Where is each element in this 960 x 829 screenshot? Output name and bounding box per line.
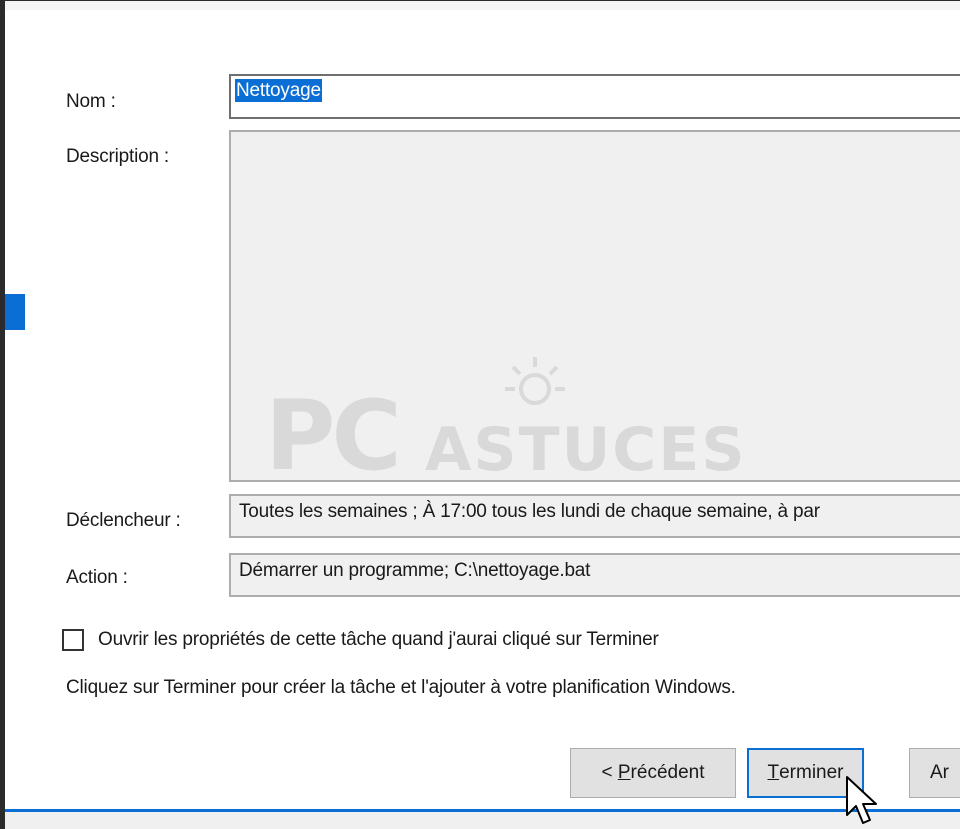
name-label: Nom : xyxy=(66,91,116,112)
open-properties-label[interactable]: Ouvrir les propriétés de cette tâche qua… xyxy=(98,629,659,651)
window-top-edge xyxy=(0,0,960,10)
finish-label-rest: erminer xyxy=(779,762,844,783)
arrow-cursor-icon xyxy=(846,776,877,824)
cancel-button[interactable]: Ar xyxy=(909,748,960,798)
previous-mnemonic: P xyxy=(617,762,631,783)
previous-label-rest: récédent xyxy=(630,762,705,783)
open-properties-checkbox[interactable] xyxy=(62,629,84,651)
footer-bar xyxy=(5,812,960,829)
trigger-value: Toutes les semaines ; À 17:00 tous les l… xyxy=(239,501,820,522)
description-label: Description : xyxy=(66,146,169,167)
trigger-label: Déclencheur : xyxy=(66,510,181,531)
wizard-step-indicator xyxy=(5,294,25,330)
previous-prefix: < xyxy=(601,762,618,783)
description-field[interactable] xyxy=(229,130,960,482)
window-left-edge xyxy=(0,0,5,829)
trigger-field[interactable]: Toutes les semaines ; À 17:00 tous les l… xyxy=(229,494,960,538)
action-field[interactable]: Démarrer un programme; C:\nettoyage.bat xyxy=(229,553,960,597)
cancel-label-partial: Ar xyxy=(930,762,949,783)
action-value: Démarrer un programme; C:\nettoyage.bat xyxy=(239,560,591,581)
info-text: Cliquez sur Terminer pour créer la tâche… xyxy=(66,677,736,698)
action-label: Action : xyxy=(66,567,128,588)
previous-button[interactable]: < Précédent xyxy=(570,748,736,798)
name-value: Nettoyage xyxy=(235,79,322,102)
finish-mnemonic: T xyxy=(767,762,780,783)
name-field[interactable]: Nettoyage xyxy=(229,74,960,119)
